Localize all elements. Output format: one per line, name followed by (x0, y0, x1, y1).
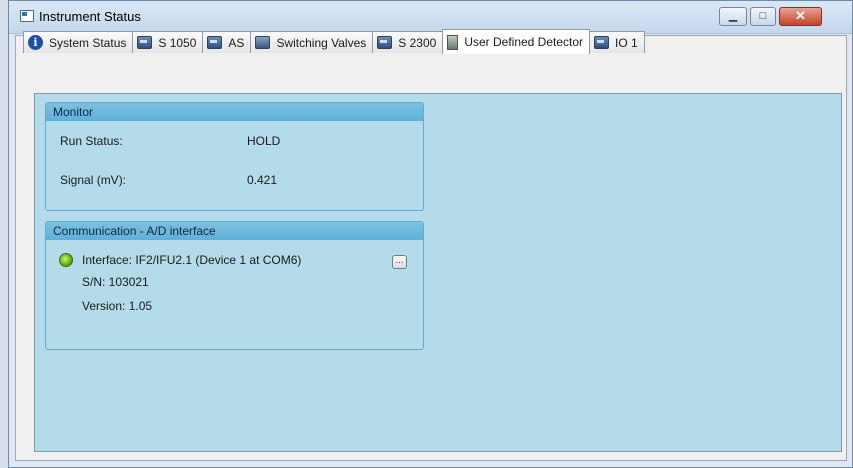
device-icon (377, 36, 393, 49)
interface-options-button[interactable]: ... (392, 255, 407, 269)
tab-label: System Status (49, 35, 127, 50)
tab-label: S 1050 (158, 35, 197, 50)
device-icon (594, 36, 610, 49)
tab-label: AS (228, 35, 245, 50)
info-icon: i (28, 35, 43, 50)
device-icon (207, 36, 223, 49)
tab-s-2300[interactable]: S 2300 (372, 31, 444, 53)
tab-switching-valves[interactable]: Switching Valves (250, 31, 374, 53)
monitor-group: Monitor Run Status: HOLD Signal (mV): 0.… (45, 102, 424, 211)
tab-system-status[interactable]: i System Status (23, 31, 134, 53)
connection-status-icon (59, 253, 73, 267)
run-status-label: Run Status: (60, 134, 123, 148)
tab-label: IO 1 (615, 35, 638, 50)
maximize-button[interactable]: □ (750, 7, 776, 26)
interface-text: Interface: IF2/IFU2.1 (Device 1 at COM6) (82, 253, 302, 267)
tab-label: User Defined Detector (464, 35, 584, 49)
tab-s-1050[interactable]: S 1050 (132, 31, 204, 53)
valve-icon (255, 36, 271, 49)
signal-label: Signal (mV): (60, 173, 127, 187)
monitor-group-header: Monitor (46, 103, 423, 121)
minimize-button[interactable]: ▁ (719, 7, 747, 26)
communication-group: Communication - A/D interface Interface:… (45, 221, 424, 350)
signal-value: 0.421 (247, 173, 278, 187)
tab-io-1[interactable]: IO 1 (589, 31, 645, 53)
run-status-value: HOLD (247, 134, 281, 148)
tab-label: Switching Valves (276, 35, 367, 50)
tab-content-panel: Monitor Run Status: HOLD Signal (mV): 0.… (34, 93, 842, 452)
version-text: Version: 1.05 (82, 299, 153, 313)
detector-icon (447, 34, 459, 50)
close-button[interactable]: ✕ (779, 7, 822, 26)
window-app-icon (20, 10, 34, 22)
window-title: Instrument Status (39, 9, 141, 24)
tab-strip: i System Status S 1050 AS Switching Valv… (23, 29, 645, 54)
device-icon (137, 36, 153, 49)
serial-number-text: S/N: 103021 (82, 275, 149, 289)
tab-label: S 2300 (398, 35, 437, 50)
tab-user-defined-detector[interactable]: User Defined Detector (442, 29, 591, 54)
tab-as[interactable]: AS (202, 31, 252, 53)
communication-group-header: Communication - A/D interface (46, 222, 423, 240)
